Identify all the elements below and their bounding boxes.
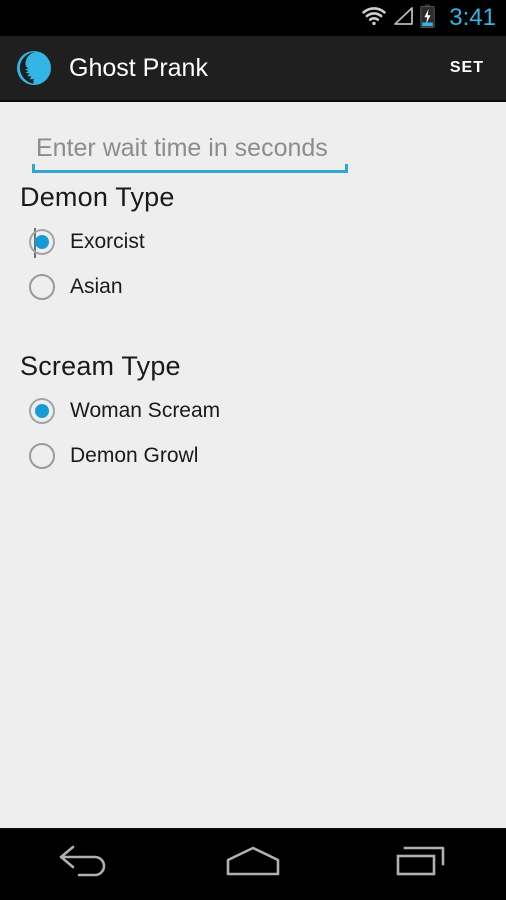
status-clock: 3:41 [449,4,496,31]
radio-label-asian: Asian [70,274,123,298]
radio-label-woman-scream: Woman Scream [70,398,221,422]
action-bar: Ghost Prank SET [0,36,506,102]
set-button[interactable]: SET [446,53,488,83]
radio-option-woman-scream[interactable]: Woman Scream [20,388,506,433]
home-icon [222,844,284,885]
demon-type-title: Demon Type [20,182,175,212]
radio-selected-icon[interactable] [29,228,55,255]
radio-option-exorcist[interactable]: Exorcist [20,219,506,264]
home-button[interactable] [198,834,308,896]
back-button[interactable] [29,834,139,896]
wifi-icon [362,6,386,31]
radio-option-asian[interactable]: Asian [20,264,506,309]
wait-time-input[interactable] [32,134,348,168]
radio-unselected-icon[interactable] [29,442,55,469]
section-demon-type: Demon Type Exorcist Asian [0,182,506,309]
phone-screen: 3:41 Ghost Prank SET Enter wait time in … [0,0,506,900]
wait-time-edittext[interactable] [32,124,486,173]
radio-option-demon-growl[interactable]: Demon Growl [20,433,506,478]
battery-charging-icon [420,4,435,33]
app-title: Ghost Prank [69,53,208,82]
radio-label-exorcist: Exorcist [70,229,145,253]
status-icon-group: 3:41 [362,0,496,36]
recents-button[interactable] [367,834,477,896]
ghost-app-icon [14,48,54,88]
scream-type-title: Scream Type [20,351,181,381]
navigation-bar [0,828,506,900]
radio-selected-icon[interactable] [29,397,55,424]
radio-label-demon-growl: Demon Growl [70,443,199,467]
status-bar: 3:41 [0,0,506,36]
recents-icon [393,844,451,885]
back-arrow-icon [55,843,113,886]
wait-time-field-wrap [0,124,506,173]
section-scream-type: Scream Type Woman Scream Demon Growl [0,351,506,478]
signal-icon [392,6,414,31]
radio-unselected-icon[interactable] [29,273,55,300]
main-content: Demon Type Exorcist Asian Scream Type [0,102,506,828]
